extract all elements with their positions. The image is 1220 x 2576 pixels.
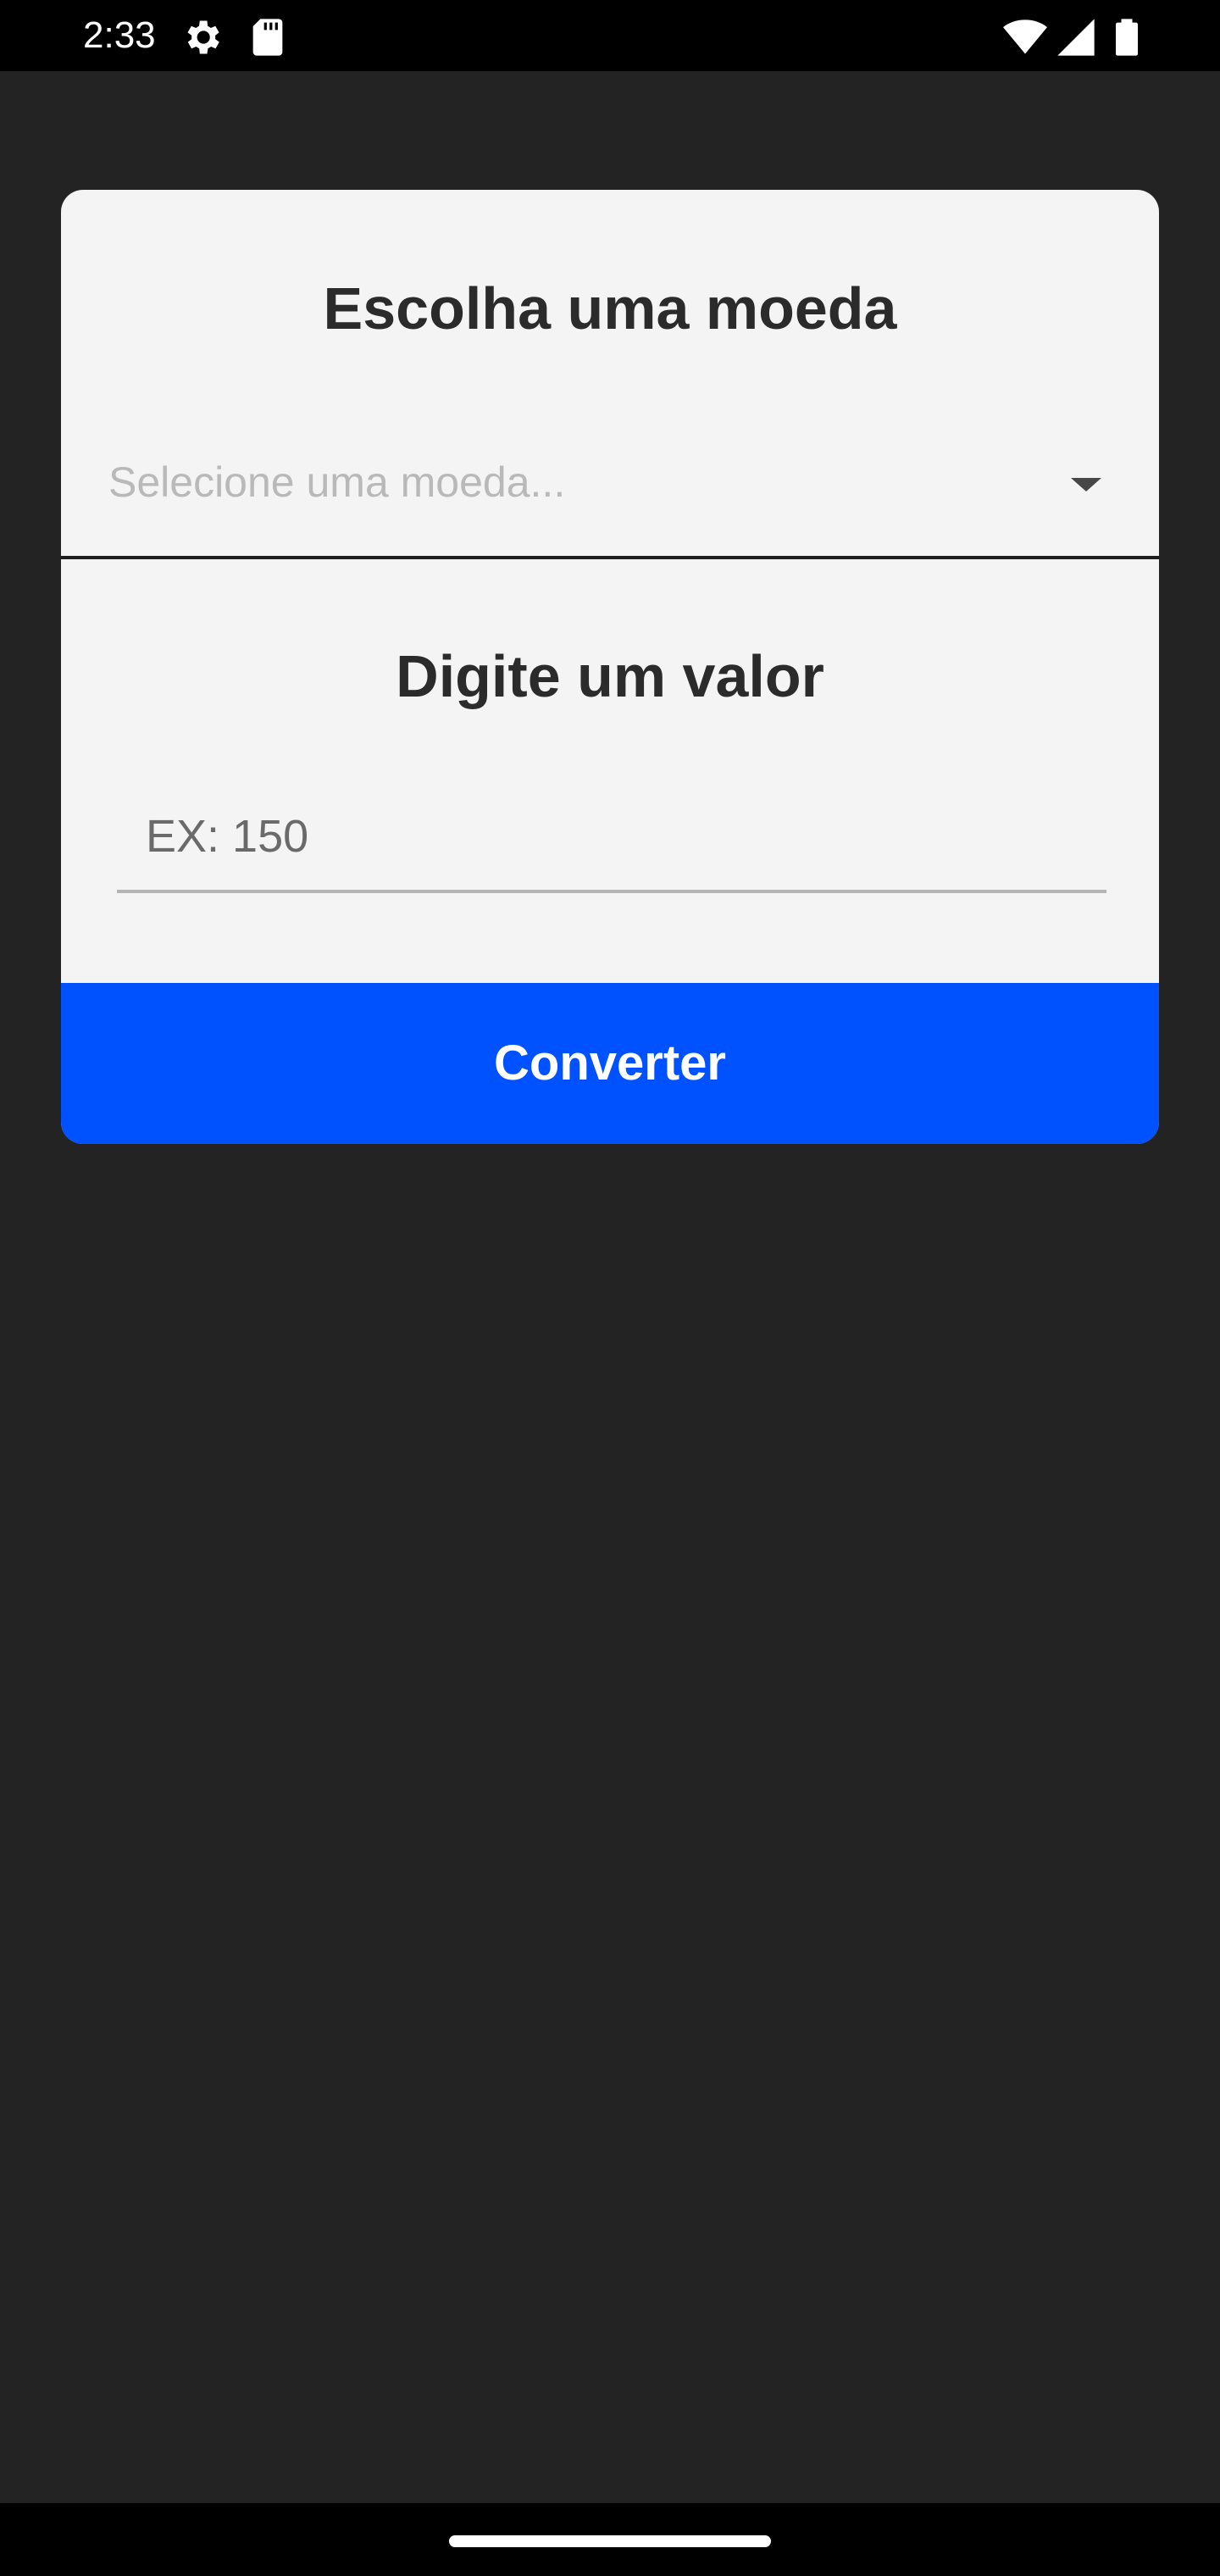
- converter-card: Escolha uma moeda Selecione uma moeda...…: [61, 190, 1159, 1144]
- dropdown-arrow-icon[interactable]: [1069, 468, 1103, 502]
- sd-card-icon: [246, 15, 290, 59]
- navigation-bar: [0, 2503, 1220, 2576]
- currency-section-title: Escolha uma moeda: [323, 275, 897, 341]
- value-section-title: Digite um valor: [396, 643, 824, 709]
- home-gesture-handle[interactable]: [449, 2535, 771, 2547]
- app-screen: 2:33 Escolha uma moeda Selecione uma moe…: [0, 0, 1220, 2576]
- signal-icon: [1054, 15, 1098, 59]
- currency-select-placeholder: Selecione uma moeda...: [108, 458, 566, 506]
- convert-button[interactable]: Converter: [61, 983, 1159, 1144]
- settings-icon: [180, 15, 224, 59]
- section-divider: [61, 556, 1159, 559]
- wifi-icon: [1003, 15, 1047, 59]
- status-time: 2:33: [83, 14, 156, 56]
- currency-select-box[interactable]: Selecione uma moeda...: [61, 405, 1159, 558]
- battery-icon: [1105, 15, 1149, 59]
- value-input[interactable]: [117, 783, 1106, 893]
- status-bar: 2:33: [0, 0, 1220, 71]
